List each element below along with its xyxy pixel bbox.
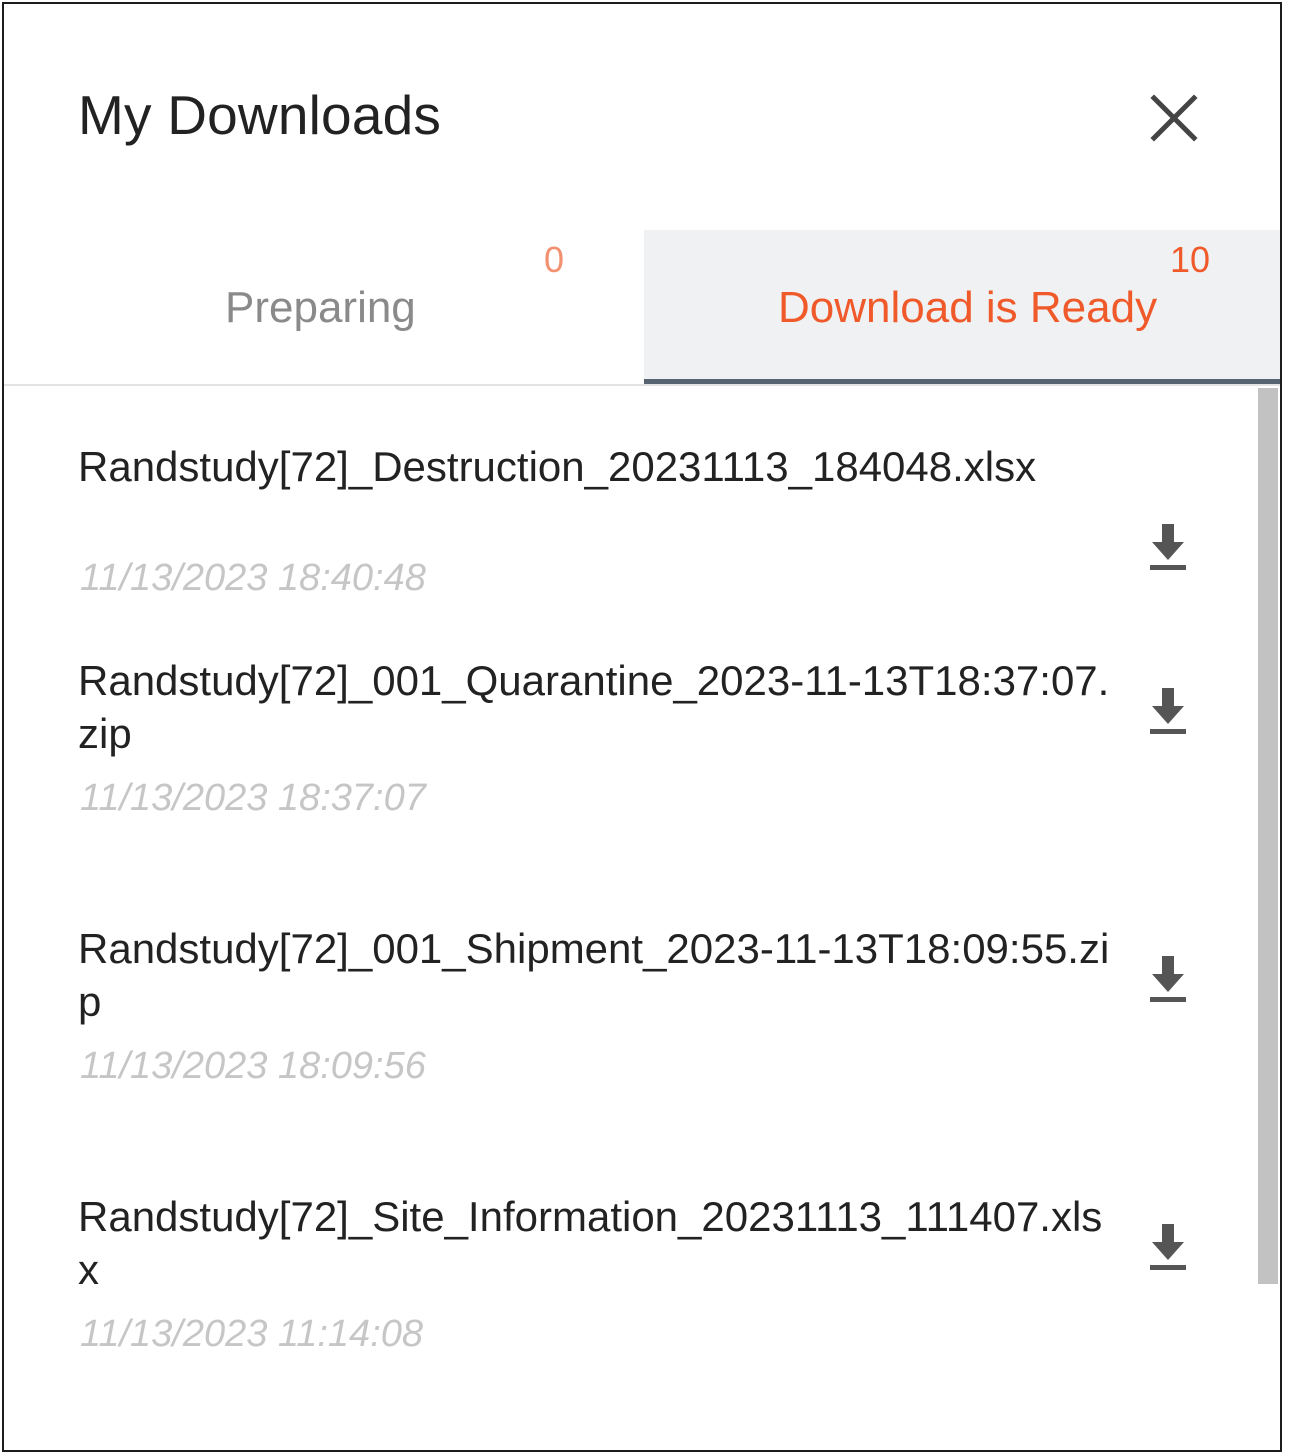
file-name: Randstudy[72]_Site_Information_20231113_… (78, 1193, 1103, 1293)
file-name: Randstudy[72]_Destruction_20231113_18404… (78, 443, 1037, 490)
file-name: Randstudy[72]_001_Quarantine_2023-11-13T… (78, 657, 1110, 757)
tab-preparing[interactable]: Preparing 0 (4, 230, 644, 384)
download-button[interactable] (1146, 522, 1190, 572)
tab-count-badge: 10 (1170, 239, 1211, 280)
file-timestamp: 11/13/2023 18:40:48 (80, 557, 426, 599)
dialog-title: My Downloads (78, 84, 442, 146)
tab-count-badge: 0 (544, 239, 565, 280)
downloads-list: Randstudy[72]_Destruction_20231113_18404… (4, 388, 1280, 1450)
downloads-dialog: My Downloads Preparing 0 Download is Rea… (2, 2, 1282, 1452)
download-button[interactable] (1146, 954, 1190, 1004)
scrollbar-thumb[interactable] (1258, 388, 1278, 1284)
download-tabs: Preparing 0 Download is Ready 10 (4, 230, 1280, 386)
download-icon (1150, 956, 1186, 1002)
list-item: Randstudy[72]_Destruction_20231113_18404… (78, 440, 1228, 610)
list-item: Randstudy[72]_001_Shipment_2023-11-13T18… (78, 922, 1228, 1122)
file-timestamp: 11/13/2023 18:37:07 (80, 777, 426, 819)
close-icon (1150, 94, 1198, 142)
tab-label: Preparing (225, 283, 416, 332)
download-icon (1150, 1224, 1186, 1270)
list-item: Randstudy[72]_001_Quarantine_2023-11-13T… (78, 654, 1228, 854)
download-button[interactable] (1146, 1222, 1190, 1272)
tab-label: Download is Ready (778, 283, 1158, 332)
download-button[interactable] (1146, 686, 1190, 736)
download-icon (1150, 524, 1186, 570)
file-timestamp: 11/13/2023 18:09:56 (80, 1045, 426, 1087)
close-button[interactable] (1144, 88, 1204, 148)
file-name: Randstudy[72]_001_Shipment_2023-11-13T18… (78, 925, 1110, 1025)
file-timestamp: 11/13/2023 11:14:08 (80, 1313, 424, 1355)
download-icon (1150, 688, 1186, 734)
tabs-divider (4, 384, 1280, 386)
list-item: Randstudy[72]_Site_Information_20231113_… (78, 1190, 1228, 1390)
tab-download-ready[interactable]: Download is Ready 10 (644, 230, 1280, 384)
